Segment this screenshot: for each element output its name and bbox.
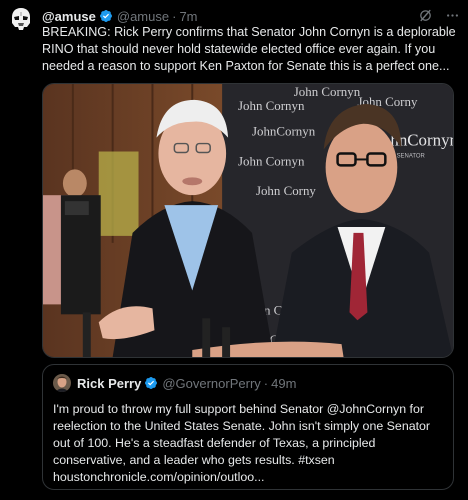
backdrop-text: John Cornyn [294,84,361,99]
quoted-tweet-header: Rick Perry @GovernorPerry · 49m [53,374,296,392]
quoted-tweet-text: I'm proud to throw my full support behin… [53,402,431,484]
separator-dot: · [263,375,269,391]
verified-badge-icon [145,377,158,389]
quoted-display-name: Rick Perry [77,375,142,391]
quoted-tweet[interactable]: Rick Perry @GovernorPerry · 49m I'm prou… [42,364,454,490]
quoted-avatar [53,374,71,392]
more-options-icon[interactable] [445,8,460,23]
stormtrooper-helmet-icon [12,8,30,30]
verified-badge-icon [99,10,112,22]
tweet-photo[interactable]: John Cornyn John Cornyn JohnCornyn John … [42,83,454,358]
backdrop-text: John Cornyn [238,98,305,113]
tweet-header: @amuse @amuse · 7m [42,7,460,25]
tweet-text: BREAKING: Rick Perry confirms that Senat… [42,25,456,73]
grok-icon[interactable] [418,8,433,23]
tweet[interactable]: @amuse @amuse · 7m BREAKING: Rick Perry … [0,0,468,500]
backdrop-text: JohnCornyn [252,124,316,139]
press-conference-photo: John Cornyn John Cornyn JohnCornyn John … [43,84,453,357]
quoted-timestamp: 49m [271,375,297,391]
backdrop-text: John Corny [256,183,316,198]
display-name[interactable]: @amuse [42,9,96,24]
rick-perry-avatar-icon [53,374,71,392]
backdrop-text: John Cornyn [238,153,305,168]
handle[interactable]: @amuse [117,9,169,24]
separator-dot: · [172,8,177,24]
timestamp[interactable]: 7m [179,9,197,24]
avatar[interactable] [8,6,34,32]
quoted-handle: @GovernorPerry [162,375,261,391]
header-actions [418,8,460,23]
